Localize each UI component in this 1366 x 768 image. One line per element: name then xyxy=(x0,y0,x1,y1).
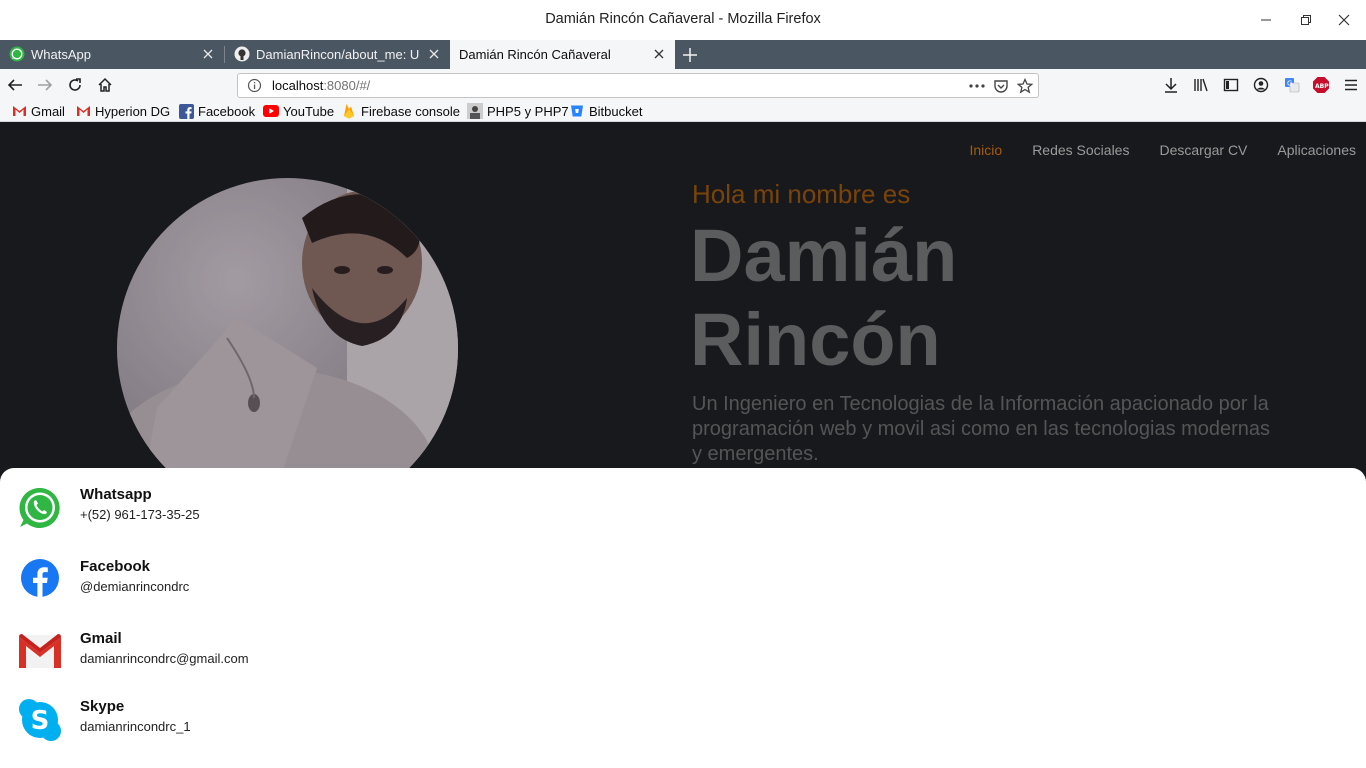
contact-value: damianrincondrc_1 xyxy=(80,719,191,734)
firebase-icon xyxy=(341,103,357,119)
bookmark-label: Facebook xyxy=(198,103,256,119)
reload-button[interactable] xyxy=(64,74,86,96)
contact-gmail[interactable]: Gmail damianrincondrc@gmail.com xyxy=(0,630,700,690)
window-titlebar: Damián Rincón Cañaveral - Mozilla Firefo… xyxy=(0,0,1366,40)
bookmark-php[interactable]: PHP5 y PHP7 xyxy=(467,102,569,120)
minimize-button[interactable] xyxy=(1254,8,1278,32)
bookmark-bitbucket[interactable]: Bitbucket xyxy=(569,102,642,120)
window-title: Damián Rincón Cañaveral - Mozilla Firefo… xyxy=(545,11,821,27)
tab-label: DamianRincon/about_me: Un xyxy=(256,47,420,62)
gmail-icon xyxy=(18,630,62,674)
home-button[interactable] xyxy=(94,74,116,96)
contact-name: Gmail xyxy=(80,630,122,647)
hero-name: Damián Rincón xyxy=(690,214,957,382)
youtube-icon xyxy=(263,103,279,119)
contact-whatsapp[interactable]: Whatsapp +(52) 961-173-35-25 xyxy=(0,486,700,546)
hero-description: Un Ingeniero en Tecnologias de la Inform… xyxy=(692,393,1271,465)
svg-text:S: S xyxy=(31,706,50,736)
bookmark-label: Gmail xyxy=(31,103,65,119)
bitbucket-icon xyxy=(569,103,585,119)
nav-descargar-cv[interactable]: Descargar CV xyxy=(1159,142,1247,158)
translate-icon[interactable]: G xyxy=(1281,74,1303,96)
bookmark-gmail[interactable]: Gmail xyxy=(11,102,65,120)
library-icon[interactable] xyxy=(1190,74,1212,96)
nav-aplicaciones[interactable]: Aplicaciones xyxy=(1277,142,1356,158)
contact-value: +(52) 961-173-35-25 xyxy=(80,507,200,522)
bookmarks-toolbar: Gmail Hyperion DG Facebook YouTube Fireb… xyxy=(0,101,1366,122)
adblock-icon[interactable]: ABP xyxy=(1310,74,1332,96)
menu-icon[interactable] xyxy=(1340,74,1362,96)
facebook-icon xyxy=(178,103,194,119)
contacts-bottom-sheet: Whatsapp +(52) 961-173-35-25 Facebook @d… xyxy=(0,468,1366,768)
svg-text:G: G xyxy=(1287,80,1292,88)
bookmark-youtube[interactable]: YouTube xyxy=(263,102,334,120)
tab-strip: WhatsApp DamianRincon/about_me: Un Damiá… xyxy=(0,40,1366,69)
contact-name: Whatsapp xyxy=(80,486,152,503)
bookmark-hyperion[interactable]: Hyperion DG xyxy=(75,102,170,120)
tab-active-page[interactable]: Damián Rincón Cañaveral xyxy=(450,40,675,69)
bookmark-label: Hyperion DG xyxy=(95,103,171,119)
close-icon[interactable] xyxy=(200,46,216,62)
skype-icon: S xyxy=(18,698,62,742)
nav-redes-sociales[interactable]: Redes Sociales xyxy=(1032,142,1129,158)
svg-text:ABP: ABP xyxy=(1315,83,1329,90)
account-icon[interactable] xyxy=(1250,74,1272,96)
contact-value: damianrincondrc@gmail.com xyxy=(80,651,249,666)
url-bar[interactable]: localhost:8080/#/ xyxy=(237,73,1039,98)
bookmark-star-icon[interactable] xyxy=(1016,77,1034,95)
tab-label: WhatsApp xyxy=(31,47,91,62)
tab-github[interactable]: DamianRincon/about_me: Un xyxy=(225,40,450,69)
restore-button[interactable] xyxy=(1294,8,1318,32)
contact-value: @demianrincondrc xyxy=(80,579,190,594)
gmail-icon xyxy=(75,103,91,119)
close-window-button[interactable] xyxy=(1332,8,1356,32)
bookmark-label: Firebase console xyxy=(361,103,460,119)
url-host: localhost xyxy=(272,78,324,93)
greeting-text: Hola mi nombre es xyxy=(692,179,911,209)
url-path: :8080/#/ xyxy=(323,78,371,93)
facebook-icon xyxy=(18,558,62,602)
hero-name-line-1: Damián xyxy=(690,214,958,297)
navigation-toolbar: localhost:8080/#/ G ABP xyxy=(0,69,1366,101)
forward-button[interactable] xyxy=(34,74,56,96)
contact-name: Facebook xyxy=(80,558,151,575)
bookmark-label: PHP5 y PHP7 xyxy=(487,103,569,119)
contact-facebook[interactable]: Facebook @demianrincondrc xyxy=(0,558,700,618)
site-nav: Inicio Redes Sociales Descargar CV Aplic… xyxy=(970,142,1357,158)
bookmark-firebase[interactable]: Firebase console xyxy=(341,102,460,120)
whatsapp-icon xyxy=(18,486,62,530)
whatsapp-icon xyxy=(9,46,25,62)
downloads-icon[interactable] xyxy=(1160,74,1182,96)
close-icon[interactable] xyxy=(426,46,442,62)
contact-name: Skype xyxy=(80,698,125,715)
bookmark-facebook[interactable]: Facebook xyxy=(178,102,255,120)
back-button[interactable] xyxy=(4,74,26,96)
hero-name-line-2: Rincón xyxy=(690,298,941,381)
tab-whatsapp[interactable]: WhatsApp xyxy=(0,40,224,69)
gmail-icon xyxy=(11,103,27,119)
pocket-icon[interactable] xyxy=(992,77,1010,95)
page-actions-icon[interactable] xyxy=(968,77,986,95)
close-icon[interactable] xyxy=(651,46,667,62)
new-tab-button[interactable] xyxy=(676,40,704,69)
info-icon[interactable] xyxy=(247,78,262,96)
url-text[interactable]: localhost:8080/#/ xyxy=(272,78,370,93)
php-icon xyxy=(467,103,483,119)
bookmark-label: YouTube xyxy=(283,103,335,119)
bookmark-label: Bitbucket xyxy=(589,103,643,119)
tab-label: Damián Rincón Cañaveral xyxy=(459,47,611,62)
sidebar-icon[interactable] xyxy=(1220,74,1242,96)
github-icon xyxy=(234,46,250,62)
contact-skype[interactable]: S Skype damianrincondrc_1 xyxy=(0,698,700,758)
nav-inicio[interactable]: Inicio xyxy=(970,142,1003,158)
